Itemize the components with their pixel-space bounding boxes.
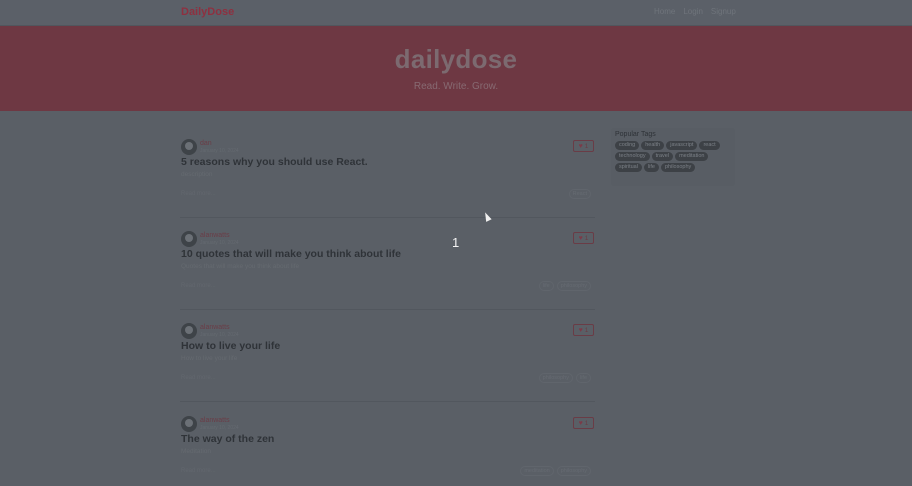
heart-icon: ♥ bbox=[578, 142, 583, 150]
step-marker-label: 1 bbox=[452, 235, 460, 250]
tag-pill[interactable]: spiritual bbox=[615, 163, 642, 172]
author-avatar[interactable] bbox=[181, 231, 197, 247]
article-tag[interactable]: philosophy bbox=[538, 373, 573, 383]
article-tag[interactable]: life bbox=[538, 281, 554, 291]
article-preview: alanwatts January 10, 2024 ♥ 1 How to li… bbox=[180, 314, 595, 402]
nav-link-home[interactable]: Home bbox=[654, 7, 675, 16]
like-count: 1 bbox=[584, 419, 589, 427]
article-tag[interactable]: meditation bbox=[520, 466, 554, 476]
article-divider bbox=[180, 401, 595, 402]
tag-pill[interactable]: technology bbox=[615, 152, 650, 161]
article-title[interactable]: 10 quotes that will make you think about… bbox=[181, 248, 401, 260]
banner-title: dailydose bbox=[394, 44, 518, 74]
article-divider bbox=[180, 217, 595, 218]
author-avatar[interactable] bbox=[181, 139, 197, 155]
article-date: January 10, 2024 bbox=[200, 148, 239, 154]
like-count: 1 bbox=[584, 142, 589, 150]
tag-pill[interactable]: philosophy bbox=[660, 163, 696, 172]
article-tag[interactable]: React bbox=[568, 189, 591, 199]
tag-pill[interactable]: javascript bbox=[666, 141, 698, 150]
article-preview: alanwatts January 10, 2024 ♥ 1 10 quotes… bbox=[180, 222, 595, 310]
author-link[interactable]: alanwatts bbox=[200, 232, 230, 239]
article-preview: dan January 10, 2024 ♥ 1 5 reasons why y… bbox=[180, 130, 595, 218]
nav-link-login[interactable]: Login bbox=[683, 7, 703, 16]
article-preview: alanwatts January 10, 2024 ♥ 1 The way o… bbox=[180, 407, 595, 486]
popular-tags-panel: Popular Tags coding health javascript re… bbox=[611, 128, 735, 186]
author-avatar[interactable] bbox=[181, 323, 197, 339]
like-button[interactable]: ♥ 1 bbox=[573, 324, 594, 336]
read-more-link[interactable]: Read more... bbox=[181, 375, 216, 381]
article-tags: life philosophy bbox=[538, 281, 591, 291]
tag-pill[interactable]: travel bbox=[651, 152, 674, 161]
article-tag[interactable]: life bbox=[575, 373, 591, 383]
like-count: 1 bbox=[584, 234, 589, 242]
author-avatar[interactable] bbox=[181, 416, 197, 432]
read-more-link[interactable]: Read more... bbox=[181, 191, 216, 197]
heart-icon: ♥ bbox=[578, 234, 583, 242]
article-title[interactable]: The way of the zen bbox=[181, 433, 274, 445]
heart-icon: ♥ bbox=[578, 326, 583, 334]
article-tags: philosophy life bbox=[538, 373, 591, 383]
article-description: description bbox=[181, 171, 213, 178]
heart-icon: ♥ bbox=[578, 419, 583, 427]
article-tags: React bbox=[568, 189, 591, 199]
tag-pill[interactable]: life bbox=[643, 163, 659, 172]
nav-links: Home Login Signup bbox=[654, 7, 736, 16]
tag-pill[interactable]: meditation bbox=[675, 152, 709, 161]
tag-pill[interactable]: react bbox=[699, 141, 720, 150]
read-more-link[interactable]: Read more... bbox=[181, 283, 216, 289]
article-tag[interactable]: philosophy bbox=[556, 281, 591, 291]
like-count: 1 bbox=[584, 326, 589, 334]
author-link[interactable]: alanwatts bbox=[200, 324, 230, 331]
article-description: How to live your life bbox=[181, 355, 238, 362]
read-more-link[interactable]: Read more... bbox=[181, 468, 216, 474]
article-title[interactable]: 5 reasons why you should use React. bbox=[181, 156, 368, 168]
brand-logo-link[interactable]: DailyDose bbox=[181, 6, 234, 18]
author-link[interactable]: dan bbox=[200, 140, 212, 147]
like-button[interactable]: ♥ 1 bbox=[573, 232, 594, 244]
article-tag[interactable]: philosophy bbox=[556, 466, 591, 476]
like-button[interactable]: ♥ 1 bbox=[573, 417, 594, 429]
article-title[interactable]: How to live your life bbox=[181, 340, 280, 352]
popular-tag-list: coding health javascript react technolog… bbox=[613, 141, 733, 172]
like-button[interactable]: ♥ 1 bbox=[573, 140, 594, 152]
hero-banner: dailydose Read. Write. Grow. bbox=[0, 26, 912, 111]
tag-pill[interactable]: health bbox=[641, 141, 665, 150]
article-description: Meditation bbox=[181, 448, 211, 455]
banner-tagline: Read. Write. Grow. bbox=[413, 81, 499, 92]
article-description: Quotes that will make you think about li… bbox=[181, 263, 300, 270]
navbar: DailyDose Home Login Signup bbox=[0, 0, 912, 26]
article-date: January 10, 2024 bbox=[200, 240, 239, 246]
article-divider bbox=[180, 309, 595, 310]
tag-pill[interactable]: coding bbox=[615, 141, 640, 150]
nav-link-signup[interactable]: Signup bbox=[711, 7, 736, 16]
author-link[interactable]: alanwatts bbox=[200, 417, 230, 424]
article-date: January 10, 2024 bbox=[200, 425, 239, 431]
article-tags: meditation philosophy bbox=[520, 466, 591, 476]
article-date: January 10, 2024 bbox=[200, 332, 239, 338]
popular-tags-title: Popular Tags bbox=[615, 131, 656, 138]
